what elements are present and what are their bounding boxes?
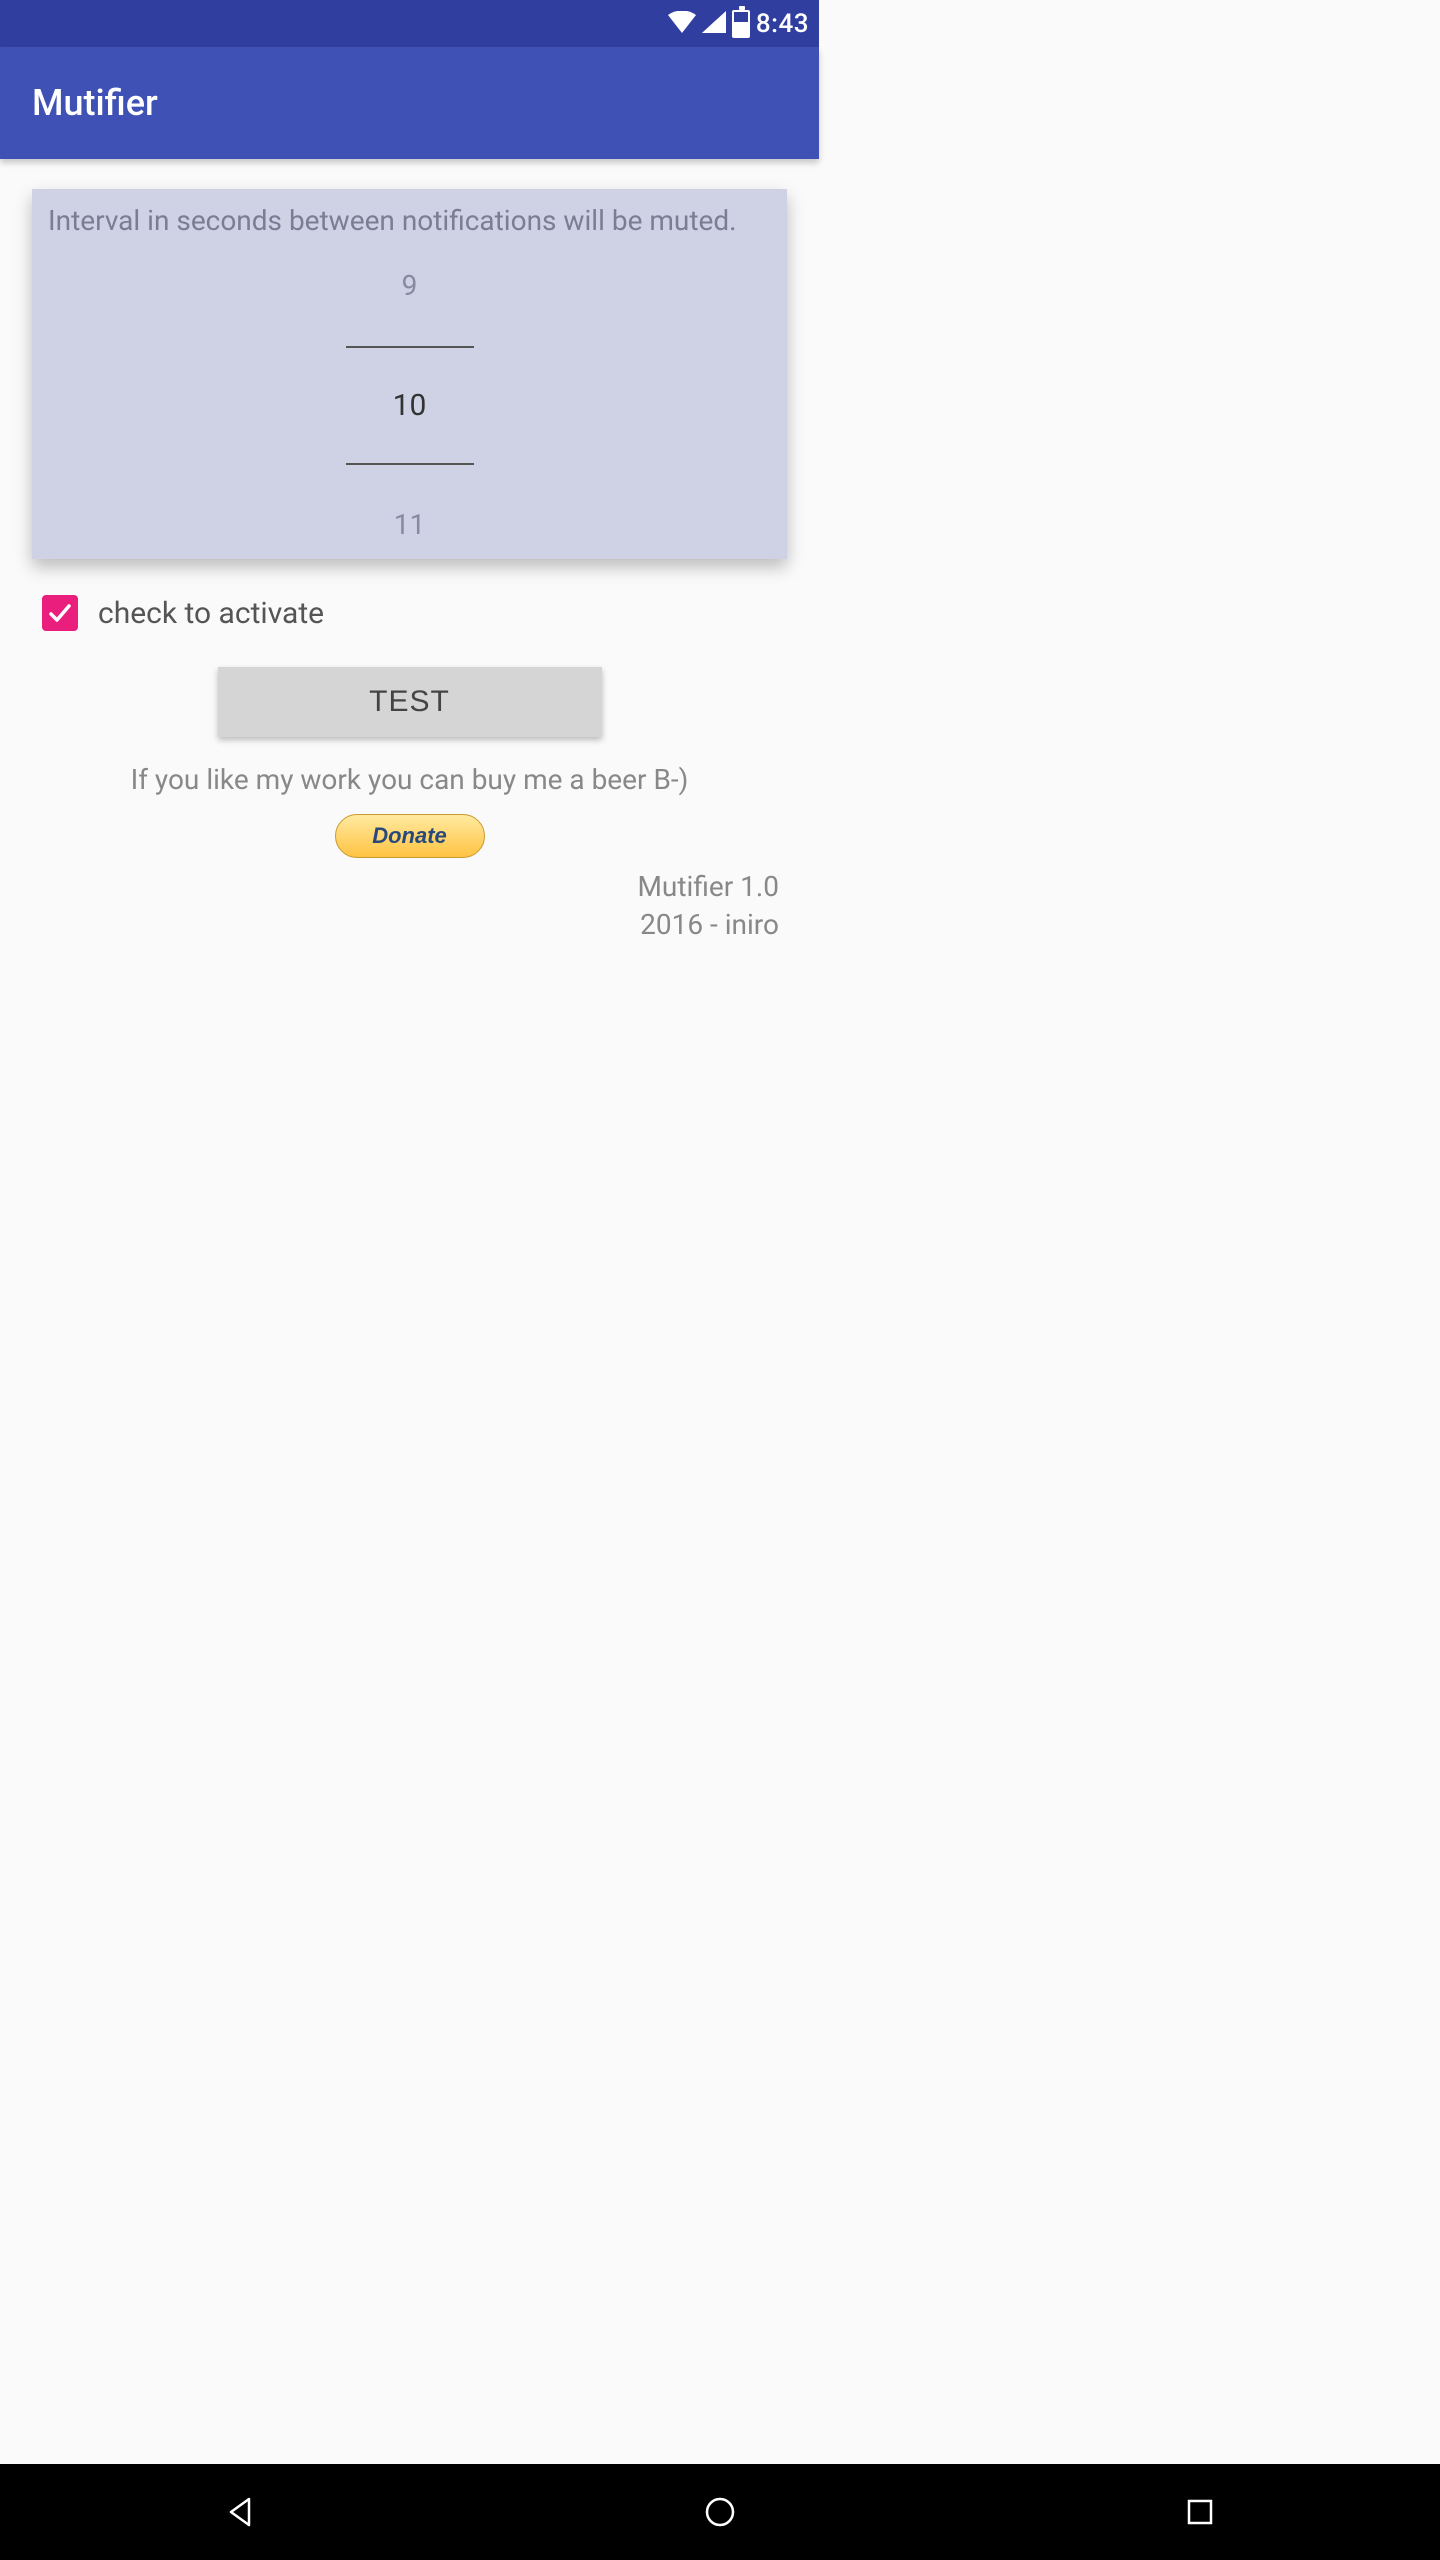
version-block: Mutifier 1.0 2016 - iniro <box>0 858 819 944</box>
back-button[interactable] <box>190 2482 290 2542</box>
version-line1: Mutifier 1.0 <box>0 868 779 906</box>
donate-button[interactable]: Donate <box>335 814 485 858</box>
content: Interval in seconds between notification… <box>0 189 819 1390</box>
status-time: 8:43 <box>756 9 809 39</box>
check-icon <box>47 600 73 626</box>
donate-prompt: If you like my work you can buy me a bee… <box>0 763 819 796</box>
picker-next-value[interactable]: 11 <box>394 508 425 541</box>
wifi-icon <box>668 11 696 37</box>
activate-row[interactable]: check to activate <box>0 559 819 661</box>
activate-checkbox[interactable] <box>42 595 78 631</box>
app-bar: Mutifier <box>0 47 819 159</box>
app-title: Mutifier <box>32 82 158 124</box>
number-picker[interactable]: 9 10 11 <box>48 239 771 559</box>
home-button[interactable] <box>670 2482 770 2542</box>
interval-label: Interval in seconds between notification… <box>48 203 771 239</box>
picker-selected-value: 10 <box>393 388 427 423</box>
picker-selected-box[interactable]: 10 <box>346 346 474 465</box>
test-button[interactable]: TEST <box>218 667 602 737</box>
battery-level: 42 <box>734 15 748 25</box>
recent-apps-button[interactable] <box>1150 2482 1250 2542</box>
cell-signal-icon <box>702 11 726 37</box>
interval-card: Interval in seconds between notification… <box>32 189 787 559</box>
version-line2: 2016 - iniro <box>0 906 779 944</box>
nav-bar <box>0 2464 1440 2560</box>
activate-label: check to activate <box>98 596 324 631</box>
picker-prev-value[interactable]: 9 <box>402 269 418 302</box>
status-bar: 42 8:43 <box>0 0 819 47</box>
battery-icon: 42 <box>732 10 750 38</box>
